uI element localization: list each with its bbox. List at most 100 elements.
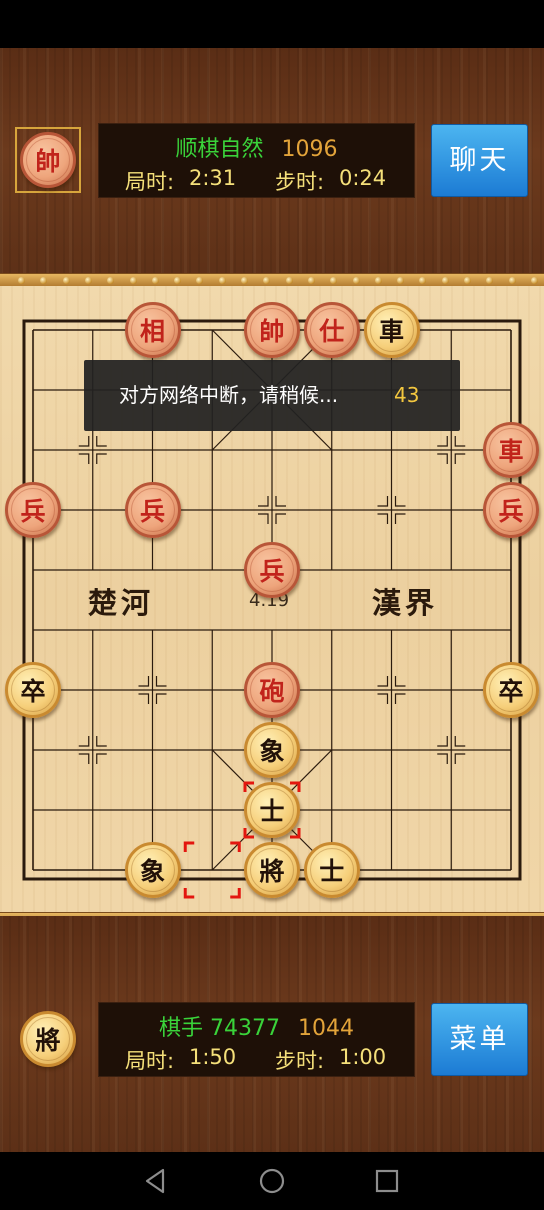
black-piece[interactable]: 象 xyxy=(124,842,181,898)
point-marker xyxy=(78,436,90,447)
point-marker xyxy=(454,736,466,747)
rail-stud xyxy=(40,277,48,284)
back-icon[interactable] xyxy=(135,1152,175,1210)
point-marker xyxy=(78,453,90,464)
red-piece[interactable]: 兵 xyxy=(124,482,181,538)
black-piece[interactable]: 卒 xyxy=(5,662,61,718)
rail-stud xyxy=(352,277,360,284)
point-marker xyxy=(155,676,167,687)
rail-stud xyxy=(508,277,516,284)
red-piece[interactable]: 砲 xyxy=(244,662,300,718)
piece-label: 砲 xyxy=(250,668,294,712)
board-rail-top xyxy=(0,273,544,287)
rail-stud xyxy=(419,277,427,284)
piece-label: 帥 xyxy=(250,308,294,352)
player-step-time: 1:00 xyxy=(339,1045,387,1069)
rail-stud xyxy=(151,277,159,284)
point-marker xyxy=(96,753,107,764)
piece-label: 兵 xyxy=(250,548,294,592)
recents-icon[interactable] xyxy=(367,1152,407,1210)
piece-label: 士 xyxy=(309,848,354,892)
rail-stud xyxy=(330,277,338,284)
point-marker xyxy=(78,753,90,764)
player-name-row: 棋手 74377 1044 xyxy=(99,1010,414,1042)
status-bar xyxy=(0,0,544,48)
opponent-name-row: 顺棋自然 1096 xyxy=(99,131,414,163)
opponent-avatar[interactable]: 帥 xyxy=(20,132,76,188)
player-game-time: 1:50 xyxy=(189,1045,237,1069)
opponent-step-time: 0:24 xyxy=(339,166,387,190)
piece-label: 將 xyxy=(250,848,294,892)
point-marker xyxy=(394,496,406,507)
point-marker xyxy=(275,496,286,507)
point-marker xyxy=(258,513,269,524)
opponent-name: 顺棋自然 xyxy=(175,137,264,162)
player-avatar[interactable]: 將 xyxy=(20,1011,76,1067)
black-piece[interactable]: 士 xyxy=(244,782,300,838)
opponent-step-time-label: 步时: xyxy=(275,170,325,194)
piece-label: 卒 xyxy=(11,668,55,712)
rail-stud xyxy=(62,277,70,284)
last-move-marker xyxy=(230,888,241,899)
chat-button[interactable]: 聊天 xyxy=(431,124,528,197)
point-marker xyxy=(377,676,389,687)
rail-stud xyxy=(241,277,248,284)
black-piece[interactable]: 卒 xyxy=(483,662,539,718)
rail-stud xyxy=(307,277,315,284)
point-marker xyxy=(377,693,389,704)
opponent-info-panel: 顺棋自然 1096 局时: 2:31 步时: 0:24 xyxy=(98,123,415,198)
piece-label: 士 xyxy=(250,788,294,832)
piece-label: 象 xyxy=(130,848,175,892)
player-step-time-label: 步时: xyxy=(275,1049,325,1073)
network-toast: 对方网络中断，请稍候... 43 xyxy=(84,360,460,431)
player-info-panel: 棋手 74377 1044 局时: 1:50 步时: 1:00 xyxy=(98,1002,415,1077)
rail-stud xyxy=(107,277,115,284)
toast-message: 对方网络中断，请稍候... xyxy=(119,383,339,407)
red-piece[interactable]: 兵 xyxy=(244,542,300,598)
point-marker xyxy=(377,513,389,524)
red-piece[interactable]: 帥 xyxy=(244,302,300,358)
home-icon[interactable] xyxy=(252,1152,292,1210)
red-piece[interactable]: 兵 xyxy=(483,482,539,538)
opponent-game-time: 2:31 xyxy=(189,166,237,190)
point-marker xyxy=(138,693,150,704)
rail-stud xyxy=(530,277,538,284)
piece-label: 兵 xyxy=(130,488,175,532)
red-piece[interactable]: 仕 xyxy=(303,302,360,358)
point-marker xyxy=(258,496,269,507)
black-piece[interactable]: 車 xyxy=(363,302,420,358)
black-piece[interactable]: 士 xyxy=(303,842,360,898)
rail-stud xyxy=(196,277,204,284)
rail-stud xyxy=(486,277,494,284)
rail-stud xyxy=(218,277,226,284)
point-marker xyxy=(377,496,389,507)
point-marker xyxy=(275,513,286,524)
piece-label: 車 xyxy=(489,428,533,472)
piece-label: 車 xyxy=(369,308,414,352)
point-marker xyxy=(437,736,448,747)
last-move-marker xyxy=(183,888,195,899)
black-piece[interactable]: 象 xyxy=(244,722,300,778)
river-label-left: 楚河 xyxy=(88,586,155,620)
rail-stud xyxy=(84,277,92,284)
piece-label: 兵 xyxy=(489,488,533,532)
piece-label: 相 xyxy=(130,308,175,352)
last-move-marker xyxy=(183,841,195,852)
red-piece[interactable]: 相 xyxy=(124,302,181,358)
red-piece[interactable]: 兵 xyxy=(5,482,61,538)
system-nav-bar xyxy=(0,1152,544,1210)
piece-label: 兵 xyxy=(11,488,55,532)
red-piece[interactable]: 車 xyxy=(483,422,539,478)
point-marker xyxy=(96,436,107,447)
point-marker xyxy=(454,436,466,447)
black-piece[interactable]: 將 xyxy=(244,842,300,898)
piece-label: 卒 xyxy=(489,668,533,712)
point-marker xyxy=(138,676,150,687)
rail-stud xyxy=(18,277,25,284)
point-marker xyxy=(394,513,406,524)
point-marker xyxy=(155,693,167,704)
menu-button[interactable]: 菜单 xyxy=(431,1003,528,1076)
rail-stud xyxy=(263,277,271,284)
point-marker xyxy=(454,753,466,764)
player-game-time-label: 局时: xyxy=(125,1049,175,1073)
